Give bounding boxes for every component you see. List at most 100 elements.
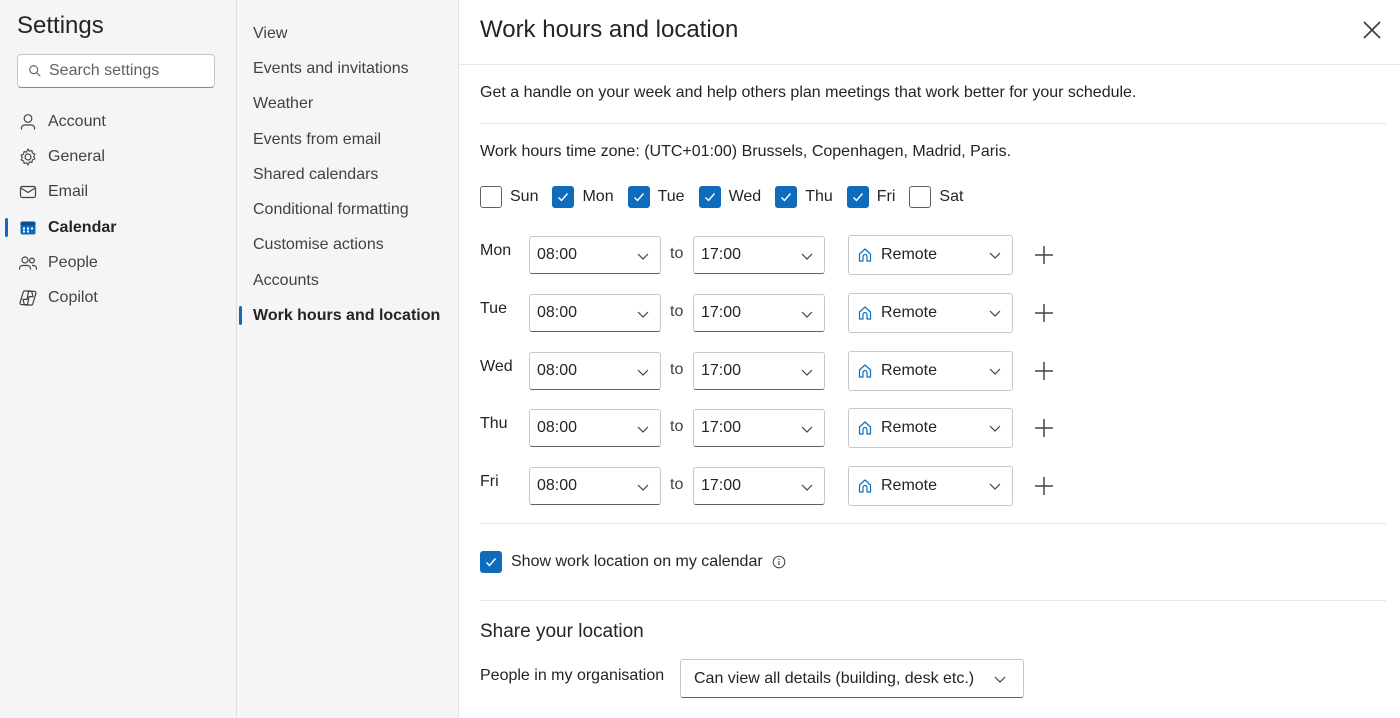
end-time-dropdown[interactable]: 17:00 <box>693 352 825 390</box>
start-time-value: 08:00 <box>537 419 578 436</box>
chevron-down-icon <box>637 369 649 376</box>
checkbox-unchecked[interactable] <box>480 186 502 208</box>
end-time-value: 17:00 <box>701 362 742 379</box>
sidebar-item-account[interactable]: Account <box>0 104 236 139</box>
location-dropdown[interactable]: Remote <box>848 235 1013 275</box>
close-icon[interactable] <box>1360 18 1384 42</box>
start-time-value: 08:00 <box>537 246 578 263</box>
day-checkbox-mon[interactable]: Mon <box>552 186 614 208</box>
chevron-down-icon <box>637 253 649 260</box>
sidebar-item-calendar[interactable]: Calendar <box>0 210 236 245</box>
end-time-dropdown[interactable]: 17:00 <box>693 236 825 274</box>
day-checkbox-tue[interactable]: Tue <box>627 186 685 208</box>
calendar-icon <box>18 218 38 238</box>
section-divider <box>480 523 1386 524</box>
start-time-dropdown[interactable]: 08:00 <box>529 352 661 390</box>
sidebar-item-label: Account <box>48 112 106 130</box>
add-icon[interactable] <box>1033 244 1055 266</box>
share-location-heading: Share your location <box>480 621 644 642</box>
show-location-checkbox[interactable]: Show work location on my calendar <box>480 551 786 573</box>
day-label: Fri <box>876 188 896 205</box>
subnav-item-customise-actions[interactable]: Customise actions <box>237 228 458 263</box>
start-time-dropdown[interactable]: 08:00 <box>529 236 661 274</box>
subnav-item-shared-calendars[interactable]: Shared calendars <box>237 157 458 192</box>
location-dropdown[interactable]: Remote <box>848 351 1013 391</box>
day-checkbox-thu[interactable]: Thu <box>775 186 833 208</box>
end-time-value: 17:00 <box>701 477 742 494</box>
end-time-value: 17:00 <box>701 304 742 321</box>
day-label: Thu <box>805 188 833 205</box>
location-value: Remote <box>881 362 938 379</box>
chevron-down-icon <box>801 426 813 433</box>
checkmark-icon[interactable] <box>775 186 798 208</box>
section-divider <box>480 600 1386 601</box>
add-icon[interactable] <box>1033 302 1055 324</box>
subnav-item-accounts[interactable]: Accounts <box>237 263 458 298</box>
start-time-dropdown[interactable]: 08:00 <box>529 294 661 332</box>
row-day-label: Tue <box>480 300 507 317</box>
checkmark-icon[interactable] <box>846 186 869 208</box>
day-label: Sun <box>510 188 539 205</box>
description-text: Get a handle on your week and help other… <box>480 84 1137 101</box>
page-title: Work hours and location <box>480 16 739 43</box>
search-input[interactable] <box>49 62 199 80</box>
subnav-item-weather[interactable]: Weather <box>237 87 458 122</box>
checkmark-icon[interactable] <box>552 186 575 208</box>
day-checkbox-sun[interactable]: Sun <box>480 186 538 208</box>
end-time-value: 17:00 <box>701 246 742 263</box>
sidebar-item-label: People <box>48 253 98 271</box>
sidebar-item-label: Copilot <box>48 289 98 307</box>
home-icon <box>858 364 872 378</box>
subnav-item-view[interactable]: View <box>237 16 458 51</box>
checkmark-icon[interactable] <box>698 186 721 208</box>
subnav-item-events-invitations[interactable]: Events and invitations <box>237 51 458 86</box>
info-icon[interactable] <box>772 555 786 569</box>
subnav-item-events-from-email[interactable]: Events from email <box>237 122 458 157</box>
chevron-down-icon <box>801 253 813 260</box>
share-visibility-dropdown[interactable]: Can view all details (building, desk etc… <box>680 659 1024 698</box>
sidebar-item-people[interactable]: People <box>0 245 236 280</box>
end-time-dropdown[interactable]: 17:00 <box>693 467 825 505</box>
checkbox-unchecked[interactable] <box>909 186 932 208</box>
day-checkbox-sat[interactable]: Sat <box>909 186 963 208</box>
day-label: Tue <box>657 188 685 205</box>
sidebar-item-email[interactable]: Email <box>0 175 236 210</box>
end-time-dropdown[interactable]: 17:00 <box>693 409 825 447</box>
end-time-dropdown[interactable]: 17:00 <box>693 294 825 332</box>
chevron-down-icon <box>637 311 649 318</box>
chevron-down-icon <box>801 484 813 491</box>
to-label: to <box>670 303 684 320</box>
settings-title: Settings <box>17 12 104 39</box>
location-dropdown[interactable]: Remote <box>848 293 1013 333</box>
gear-icon <box>18 147 38 167</box>
subnav-item-work-hours-location[interactable]: Work hours and location <box>237 298 458 333</box>
home-icon <box>858 306 872 320</box>
header-divider <box>459 64 1400 65</box>
home-icon <box>858 479 872 493</box>
location-dropdown[interactable]: Remote <box>848 466 1013 506</box>
row-day-label: Wed <box>480 358 513 375</box>
add-icon[interactable] <box>1033 475 1055 497</box>
person-icon <box>18 112 38 132</box>
start-time-value: 08:00 <box>537 477 578 494</box>
search-box[interactable] <box>17 54 215 88</box>
add-icon[interactable] <box>1033 417 1055 439</box>
checkmark-icon[interactable] <box>627 186 650 208</box>
chevron-down-icon <box>989 368 1001 375</box>
start-time-dropdown[interactable]: 08:00 <box>529 409 661 447</box>
schedule-row-fri: Fri 08:00 to 17:00 Remote <box>480 466 1080 506</box>
sidebar-item-general[interactable]: General <box>0 139 236 174</box>
location-value: Remote <box>881 304 938 321</box>
schedule-row-wed: Wed 08:00 to 17:00 Remote <box>480 351 1080 391</box>
start-time-dropdown[interactable]: 08:00 <box>529 467 661 505</box>
chevron-down-icon <box>801 369 813 376</box>
day-checkbox-fri[interactable]: Fri <box>846 186 896 208</box>
sidebar-item-copilot[interactable]: Copilot <box>0 280 236 315</box>
subnav-item-conditional-formatting[interactable]: Conditional formatting <box>237 192 458 227</box>
day-checkbox-wed[interactable]: Wed <box>698 186 761 208</box>
add-icon[interactable] <box>1033 360 1055 382</box>
location-dropdown[interactable]: Remote <box>848 408 1013 448</box>
checkmark-icon[interactable] <box>480 551 502 573</box>
to-label: to <box>670 361 684 378</box>
start-time-value: 08:00 <box>537 362 578 379</box>
